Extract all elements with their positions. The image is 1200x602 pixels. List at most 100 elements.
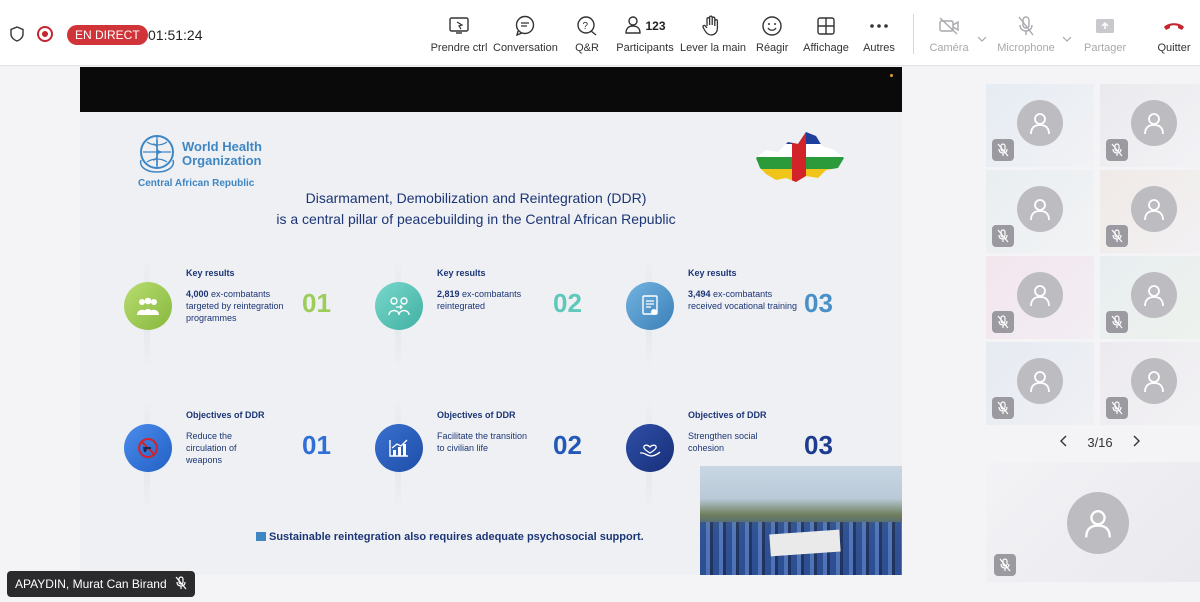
slide-title: Disarmament, Demobilization and Reintegr… xyxy=(80,188,872,230)
gallery-pager: 3/16 xyxy=(1060,432,1140,452)
chat-icon xyxy=(493,14,557,38)
card-heading: Key results xyxy=(688,268,737,278)
crowd-photo xyxy=(700,466,902,575)
avatar xyxy=(1017,100,1063,146)
card-value: 2,819 xyxy=(437,289,460,299)
mic-off-icon xyxy=(1106,311,1128,333)
avatar xyxy=(1131,358,1177,404)
participant-tile[interactable] xyxy=(1100,84,1200,167)
footnote-text: Sustainable reintegration also requires … xyxy=(269,531,644,543)
objective-card: Objectives of DDR Facilitate the transit… xyxy=(367,400,607,510)
card-heading: Objectives of DDR xyxy=(186,410,265,420)
slide-title-line1: Disarmament, Demobilization and Reintegr… xyxy=(305,190,647,206)
mic-off-icon xyxy=(1106,225,1128,247)
leave-label: Quitter xyxy=(1157,42,1191,54)
grid-icon xyxy=(802,14,850,38)
toolbar-divider xyxy=(913,14,914,54)
card-heading: Key results xyxy=(186,268,235,278)
shared-screen-header xyxy=(80,67,902,112)
gallery-page: 3/16 xyxy=(1087,434,1113,450)
chevron-right-icon[interactable] xyxy=(1132,435,1140,450)
chevron-down-icon[interactable] xyxy=(1062,29,1072,47)
mic-off-icon xyxy=(992,311,1014,333)
recording-dot xyxy=(890,74,893,77)
card-number: 03 xyxy=(804,288,833,318)
share-button[interactable]: Partager xyxy=(1084,14,1126,60)
qa-label: Q&R xyxy=(575,42,599,54)
card-body: 2,819 ex-combatants reintegrated xyxy=(437,288,547,312)
participant-tile[interactable] xyxy=(1100,342,1200,425)
mic-off-icon xyxy=(992,225,1014,247)
raise-hand-label: Lever la main xyxy=(680,42,747,54)
recording-icon xyxy=(37,26,53,42)
reintegration-icon xyxy=(375,282,423,330)
microphone-button[interactable]: Microphone xyxy=(997,14,1055,60)
mic-off-icon xyxy=(997,14,1055,38)
camera-button[interactable]: Caméra xyxy=(928,14,970,60)
mic-off-icon xyxy=(175,575,187,593)
mic-off-icon xyxy=(1106,397,1128,419)
participant-tile[interactable] xyxy=(986,170,1094,253)
org-name: World Health Organization xyxy=(182,139,262,168)
key-result-card: Key results 3,494 ex-combatants received… xyxy=(618,258,858,368)
take-control-button[interactable]: Prendre ctrl xyxy=(428,14,490,60)
card-heading: Objectives of DDR xyxy=(437,410,516,420)
people-icon xyxy=(624,15,642,38)
participant-tile[interactable] xyxy=(986,256,1094,339)
card-heading: Objectives of DDR xyxy=(688,410,767,420)
take-control-label: Prendre ctrl xyxy=(430,42,488,54)
leave-button[interactable]: Quitter xyxy=(1154,14,1194,60)
card-body: 4,000 ex-combatants targeted by reintegr… xyxy=(186,288,296,324)
view-button[interactable]: Affichage xyxy=(802,14,850,60)
hand-icon xyxy=(680,14,742,38)
card-number: 01 xyxy=(302,430,331,460)
camera-label: Caméra xyxy=(929,42,969,54)
mic-off-icon xyxy=(1106,139,1128,161)
objective-card: Objectives of DDR Reduce the circulation… xyxy=(116,400,356,510)
shield-icon[interactable] xyxy=(10,26,24,47)
car-flag-map-icon xyxy=(752,128,848,195)
conversation-button[interactable]: Conversation xyxy=(493,14,558,60)
avatar xyxy=(1017,358,1063,404)
participants-label: Participants xyxy=(616,42,674,54)
react-label: Réagir xyxy=(756,42,789,54)
card-body: 3,494 ex-combatants received vocational … xyxy=(688,288,798,312)
participant-tile[interactable] xyxy=(1100,170,1200,253)
no-weapons-icon xyxy=(124,424,172,472)
self-view-tile[interactable] xyxy=(986,462,1200,582)
avatar xyxy=(1067,492,1129,554)
qa-button[interactable]: ? Q&R xyxy=(572,14,602,60)
more-label: Autres xyxy=(863,42,895,54)
participant-tile[interactable] xyxy=(986,84,1094,167)
meeting-toolbar: EN DIRECT 01:51:24 Prendre ctrl Conversa… xyxy=(0,0,1200,66)
avatar xyxy=(1131,186,1177,232)
share-icon xyxy=(1084,14,1126,38)
hang-up-icon xyxy=(1154,14,1194,38)
raise-hand-button[interactable]: Lever la main xyxy=(680,14,747,60)
participant-tile[interactable] xyxy=(986,342,1094,425)
react-button[interactable]: Réagir xyxy=(756,14,788,60)
avatar xyxy=(1017,186,1063,232)
card-value: 4,000 xyxy=(186,289,209,299)
avatar xyxy=(1131,100,1177,146)
card-number: 02 xyxy=(553,288,582,318)
screen-share-icon xyxy=(428,14,490,38)
shared-slide[interactable]: World Health Organization Central Africa… xyxy=(80,112,902,575)
participant-tile[interactable] xyxy=(1100,256,1200,339)
heart-hand-icon xyxy=(626,424,674,472)
card-body: Reduce the circulation of weapons xyxy=(186,431,237,465)
card-body: Strengthen social cohesion xyxy=(688,431,758,453)
slide-footnote: Sustainable reintegration also requires … xyxy=(256,531,644,543)
chevron-down-icon[interactable] xyxy=(977,29,987,47)
participants-button[interactable]: 123 Participants xyxy=(616,14,674,60)
conversation-label: Conversation xyxy=(493,42,558,54)
slide-title-line2: is a central pillar of peacebuilding in … xyxy=(276,211,676,227)
smiley-icon xyxy=(756,14,788,38)
chevron-left-icon[interactable] xyxy=(1060,435,1068,450)
card-number: 02 xyxy=(553,430,582,460)
share-label: Partager xyxy=(1084,42,1127,54)
more-button[interactable]: Autres xyxy=(862,14,896,60)
presenter-nametag: APAYDIN, Murat Can Birand xyxy=(7,571,195,597)
qa-icon: ? xyxy=(572,14,602,38)
card-body: Facilitate the transition to civilian li… xyxy=(437,431,528,453)
